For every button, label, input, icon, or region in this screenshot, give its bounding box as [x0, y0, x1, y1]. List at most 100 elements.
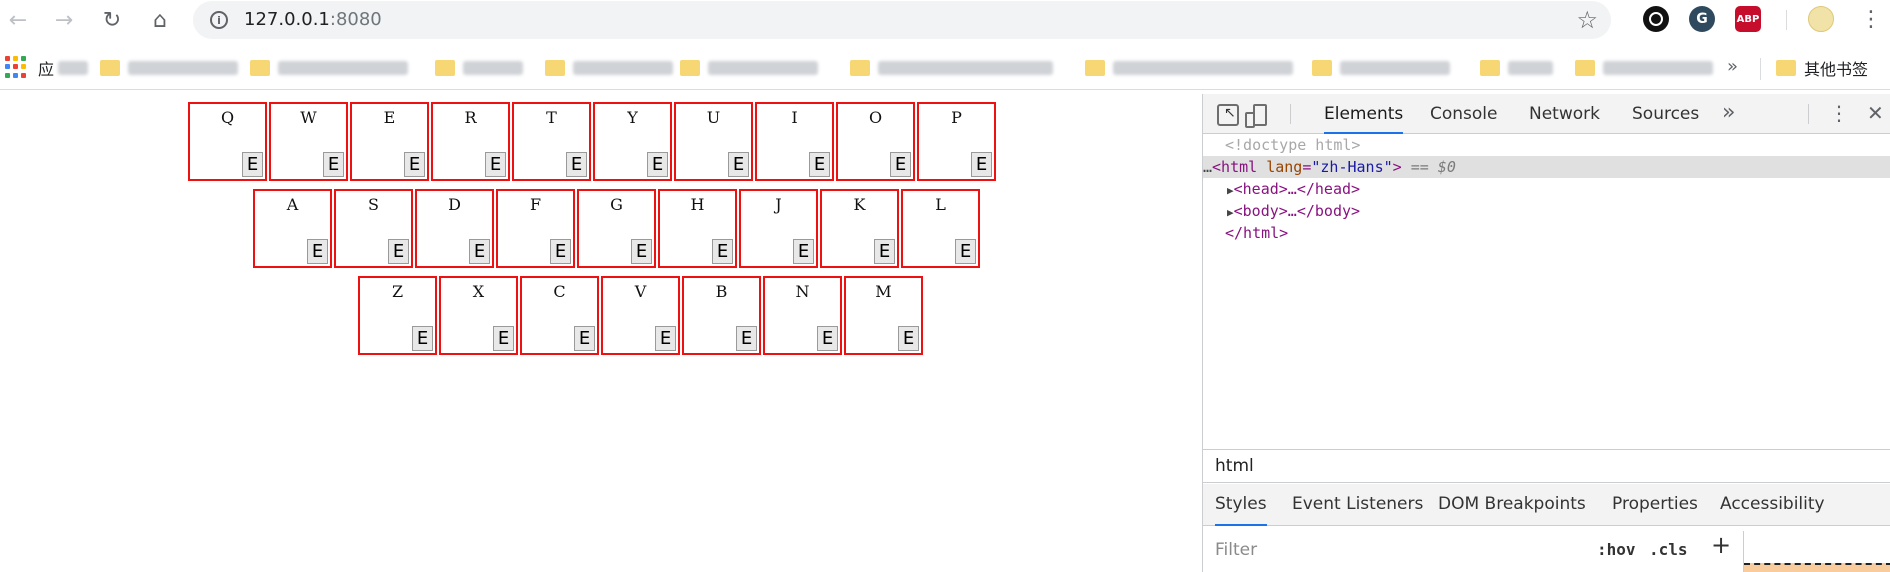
home-icon[interactable]: ⌂ — [146, 6, 174, 34]
tab-accessibility[interactable]: Accessibility — [1720, 484, 1825, 526]
class-toggle[interactable]: .cls — [1649, 535, 1688, 565]
tab-elements[interactable]: Elements — [1324, 94, 1404, 134]
apps-icon[interactable] — [5, 56, 27, 78]
key-e-button[interactable]: E — [898, 326, 919, 351]
profile-avatar[interactable] — [1808, 6, 1834, 32]
key-e[interactable]: EE — [350, 102, 429, 181]
key-j[interactable]: JE — [739, 189, 818, 268]
key-e-button[interactable]: E — [566, 152, 587, 177]
key-q[interactable]: QE — [188, 102, 267, 181]
new-style-rule-icon[interactable]: + — [1711, 531, 1731, 559]
key-u[interactable]: UE — [674, 102, 753, 181]
more-tabs-icon[interactable]: » — [1722, 94, 1735, 132]
bookmarks-overflow-icon[interactable]: » — [1727, 56, 1738, 77]
site-info-icon[interactable]: i — [210, 11, 228, 29]
tab-console[interactable]: Console — [1430, 94, 1498, 134]
key-e-button[interactable]: E — [631, 239, 652, 264]
key-d[interactable]: DE — [415, 189, 494, 268]
key-e-button[interactable]: E — [388, 239, 409, 264]
key-z[interactable]: ZE — [358, 276, 437, 355]
key-e-button[interactable]: E — [404, 152, 425, 177]
key-e-button[interactable]: E — [874, 239, 895, 264]
key-g[interactable]: GE — [577, 189, 656, 268]
bookmark-item[interactable] — [250, 56, 408, 80]
key-k[interactable]: KE — [820, 189, 899, 268]
key-e-button[interactable]: E — [971, 152, 992, 177]
key-t[interactable]: TE — [512, 102, 591, 181]
key-e-button[interactable]: E — [550, 239, 571, 264]
browser-menu-icon[interactable]: ⋮ — [1860, 7, 1882, 33]
key-e-button[interactable]: E — [469, 239, 490, 264]
address-bar[interactable]: i 127.0.0.1:8080 ☆ — [193, 1, 1611, 39]
key-e-button[interactable]: E — [817, 326, 838, 351]
bookmark-item[interactable] — [1480, 56, 1553, 80]
key-c[interactable]: CE — [520, 276, 599, 355]
hover-state-toggle[interactable]: :hov — [1597, 535, 1636, 565]
bookmark-other[interactable]: 其他书签 — [1776, 56, 1868, 80]
key-e-button[interactable]: E — [574, 326, 595, 351]
tab-sources[interactable]: Sources — [1632, 94, 1699, 134]
key-e-button[interactable]: E — [736, 326, 757, 351]
reload-icon[interactable]: ↻ — [98, 6, 126, 34]
extension-shield-icon[interactable]: G — [1689, 6, 1715, 32]
key-e-button[interactable]: E — [955, 239, 976, 264]
key-b[interactable]: BE — [682, 276, 761, 355]
key-e-button[interactable]: E — [728, 152, 749, 177]
bookmark-item[interactable] — [850, 56, 1053, 80]
tab-styles[interactable]: Styles — [1215, 484, 1267, 526]
bookmark-item[interactable] — [100, 56, 238, 80]
key-e-button[interactable]: E — [412, 326, 433, 351]
key-e-button[interactable]: E — [712, 239, 733, 264]
key-e-button[interactable]: E — [307, 239, 328, 264]
key-n[interactable]: NE — [763, 276, 842, 355]
bookmark-item[interactable] — [1312, 56, 1450, 80]
key-e-button[interactable]: E — [890, 152, 911, 177]
dom-head[interactable]: ▶<head>…</head> — [1227, 178, 1360, 200]
key-m[interactable]: ME — [844, 276, 923, 355]
tab-dom-breakpoints[interactable]: DOM Breakpoints — [1438, 484, 1586, 526]
bookmark-item[interactable] — [435, 56, 523, 80]
key-v[interactable]: VE — [601, 276, 680, 355]
adblock-plus-icon[interactable]: ABP — [1735, 6, 1761, 32]
key-e-button[interactable]: E — [323, 152, 344, 177]
key-o[interactable]: OE — [836, 102, 915, 181]
bookmark-apps[interactable]: 应 — [38, 56, 89, 80]
device-toolbar-icon[interactable] — [1245, 104, 1267, 128]
bookmark-item[interactable] — [1085, 56, 1293, 80]
key-w[interactable]: WE — [269, 102, 348, 181]
dom-doctype[interactable]: <!doctype html> — [1225, 134, 1360, 156]
key-e-button[interactable]: E — [809, 152, 830, 177]
key-r[interactable]: RE — [431, 102, 510, 181]
key-e-button[interactable]: E — [493, 326, 514, 351]
url-text[interactable]: 127.0.0.1:8080 — [244, 9, 382, 30]
bookmark-item[interactable] — [680, 56, 818, 80]
key-f[interactable]: FE — [496, 189, 575, 268]
forward-icon[interactable]: → — [50, 6, 78, 34]
dom-body[interactable]: ▶<body>…</body> — [1227, 200, 1360, 222]
bookmark-star-icon[interactable]: ☆ — [1576, 6, 1598, 34]
key-y[interactable]: YE — [593, 102, 672, 181]
key-e-button[interactable]: E — [242, 152, 263, 177]
tab-event-listeners[interactable]: Event Listeners — [1292, 484, 1423, 526]
inspect-element-icon[interactable] — [1217, 104, 1239, 126]
devtools-menu-icon[interactable]: ⋮ — [1829, 94, 1849, 132]
key-s[interactable]: SE — [334, 189, 413, 268]
dom-html-close[interactable]: </html> — [1225, 222, 1288, 244]
breadcrumb-html[interactable]: html — [1215, 456, 1254, 476]
key-e-button[interactable]: E — [485, 152, 506, 177]
key-p[interactable]: PE — [917, 102, 996, 181]
tab-network[interactable]: Network — [1529, 94, 1600, 134]
bookmark-item[interactable] — [1575, 56, 1713, 80]
extension-circle-icon[interactable] — [1643, 6, 1669, 32]
key-e-button[interactable]: E — [647, 152, 668, 177]
tab-properties[interactable]: Properties — [1612, 484, 1698, 526]
bookmark-item[interactable] — [545, 56, 673, 80]
key-h[interactable]: HE — [658, 189, 737, 268]
key-e-button[interactable]: E — [655, 326, 676, 351]
dom-html-open[interactable]: …<html lang="zh-Hans"> == $0 — [1203, 156, 1890, 178]
key-i[interactable]: IE — [755, 102, 834, 181]
key-l[interactable]: LE — [901, 189, 980, 268]
close-devtools-icon[interactable]: ✕ — [1867, 94, 1884, 132]
key-e-button[interactable]: E — [793, 239, 814, 264]
key-a[interactable]: AE — [253, 189, 332, 268]
